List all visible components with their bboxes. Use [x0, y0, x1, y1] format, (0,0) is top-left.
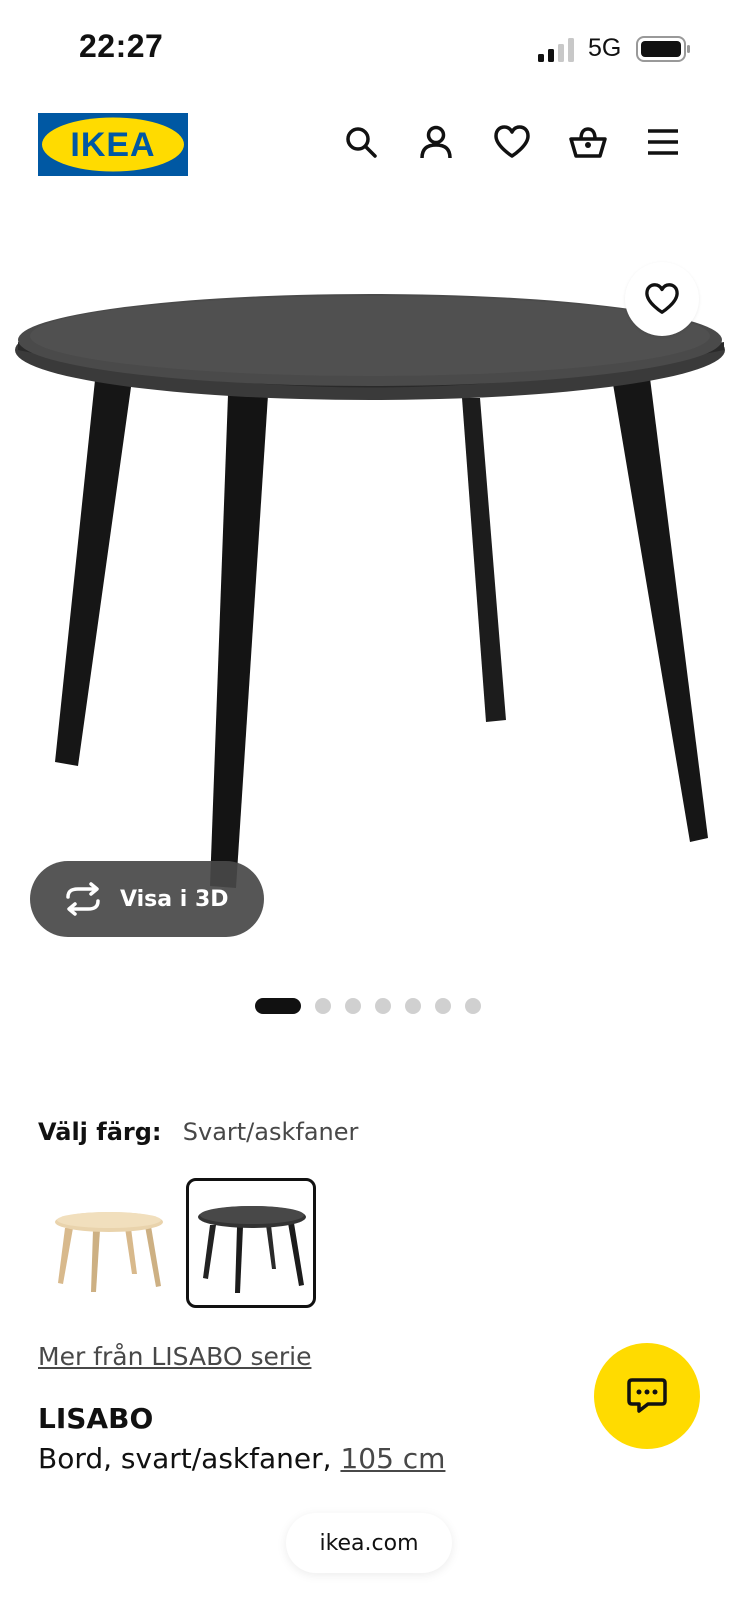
ikea-logo[interactable]: IKEA — [38, 113, 188, 176]
site-header: IKEA — [0, 100, 739, 200]
carousel-dot[interactable] — [375, 998, 391, 1014]
rotate-3d-icon — [66, 882, 100, 916]
heart-icon[interactable] — [490, 120, 534, 164]
basket-icon[interactable] — [566, 120, 610, 164]
view-in-3d-button[interactable]: Visa i 3D — [30, 861, 264, 937]
browser-url-bar[interactable]: ikea.com — [286, 1513, 452, 1573]
view-in-3d-label: Visa i 3D — [120, 886, 229, 912]
svg-text:IKEA: IKEA — [70, 126, 155, 164]
product-name: LISABO — [38, 1402, 154, 1435]
color-swatch-black[interactable] — [186, 1178, 316, 1308]
carousel-dot[interactable] — [255, 998, 301, 1014]
color-swatch-light[interactable] — [38, 1178, 168, 1308]
status-time: 22:27 — [79, 28, 164, 64]
series-link[interactable]: Mer från LISABO serie — [38, 1342, 311, 1371]
add-to-favourites-button[interactable] — [625, 262, 699, 336]
carousel-dot[interactable] — [315, 998, 331, 1014]
chat-icon — [627, 1378, 667, 1413]
battery-icon — [636, 36, 690, 62]
network-type: 5G — [588, 34, 622, 62]
product-description: Bord, svart/askfaner, 105 cm — [38, 1442, 445, 1475]
carousel-dot[interactable] — [435, 998, 451, 1014]
browser-url: ikea.com — [319, 1530, 419, 1556]
color-value: Svart/askfaner — [182, 1118, 359, 1146]
product-size-link[interactable]: 105 cm — [340, 1442, 445, 1475]
carousel-dot[interactable] — [345, 998, 361, 1014]
product-description-text: Bord, svart/askfaner, — [38, 1442, 341, 1475]
carousel-dot[interactable] — [465, 998, 481, 1014]
menu-icon[interactable] — [641, 120, 685, 164]
signal-icon — [538, 38, 574, 62]
product-image[interactable] — [0, 250, 739, 910]
search-icon[interactable] — [339, 120, 383, 164]
account-icon[interactable] — [414, 120, 458, 164]
status-bar: 22:27 5G — [0, 0, 739, 96]
color-selector: Välj färg: Svart/askfaner — [38, 1116, 358, 1147]
image-carousel-dots — [255, 997, 481, 1015]
carousel-dot[interactable] — [405, 998, 421, 1014]
chat-button[interactable] — [594, 1343, 700, 1449]
color-label: Välj färg: — [38, 1118, 162, 1146]
